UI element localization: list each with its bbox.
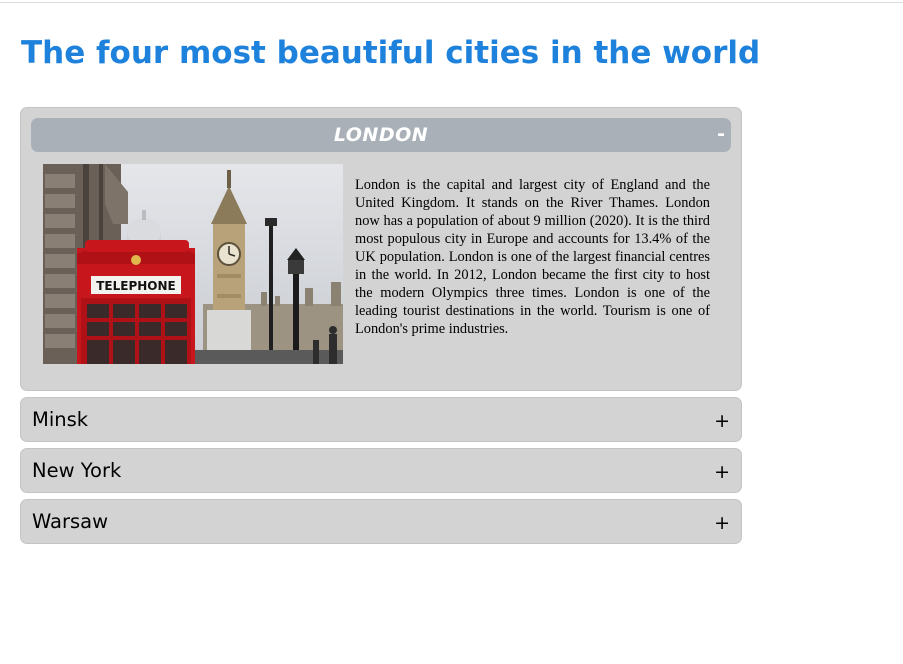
top-divider xyxy=(0,2,903,3)
london-photo: TELEPHONE xyxy=(43,164,343,364)
page-title: The four most beautiful cities in the wo… xyxy=(21,35,761,71)
accordion-title-minsk: Minsk xyxy=(32,408,89,431)
accordion-item-warsaw[interactable]: Warsaw + xyxy=(20,499,742,544)
london-description: London is the capital and largest city o… xyxy=(355,177,710,337)
accordion-item-london: LONDON - TELEPHONE London is the capital… xyxy=(20,107,742,391)
expand-toggle[interactable]: + xyxy=(714,399,730,443)
accordion-title-new-york: New York xyxy=(32,459,122,482)
expand-toggle[interactable]: + xyxy=(714,501,730,545)
cities-accordion: LONDON - TELEPHONE London is the capital… xyxy=(20,107,742,550)
accordion-header-london[interactable]: LONDON - xyxy=(31,118,731,152)
accordion-item-minsk[interactable]: Minsk + xyxy=(20,397,742,442)
collapse-toggle[interactable]: - xyxy=(717,118,725,150)
accordion-title-warsaw: Warsaw xyxy=(32,510,109,533)
expand-toggle[interactable]: + xyxy=(714,450,730,494)
accordion-title-london: LONDON xyxy=(333,124,429,146)
accordion-item-new-york[interactable]: New York + xyxy=(20,448,742,493)
telephone-sign-text: TELEPHONE xyxy=(96,279,176,293)
